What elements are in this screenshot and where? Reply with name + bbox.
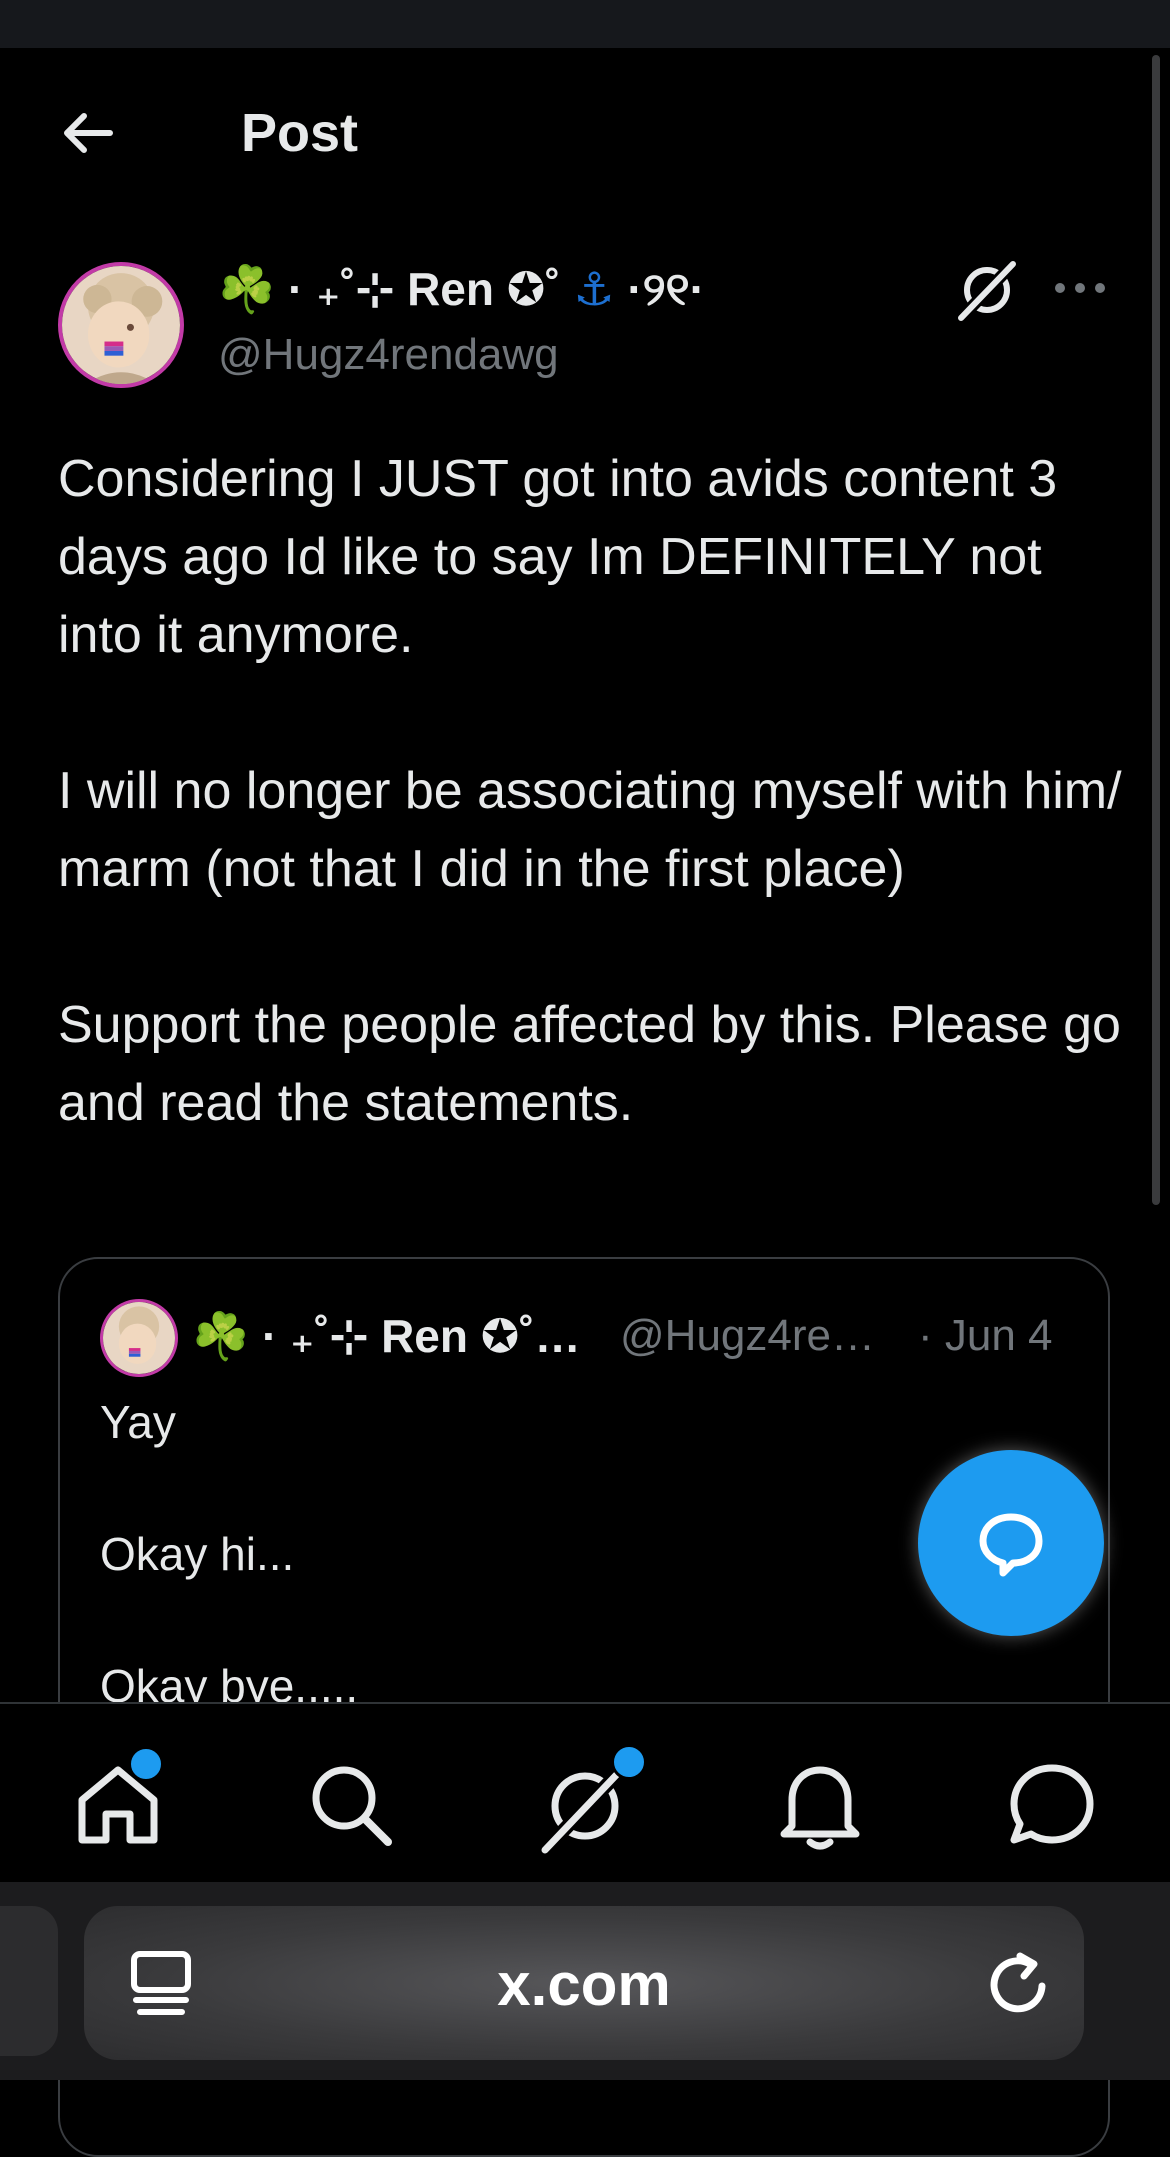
- browser-toolbar: x.com: [0, 1882, 1170, 2080]
- post-body: Considering I JUST got into avids conten…: [58, 450, 1122, 1132]
- nav-home[interactable]: [68, 1746, 168, 1854]
- post-header: Post: [0, 88, 1170, 178]
- notification-dot: [128, 1746, 164, 1782]
- grok-button[interactable]: [955, 258, 1019, 323]
- author-name-prefix: ☘️ · ₊˚⊹ Ren ✪˚: [218, 263, 574, 315]
- back-button[interactable]: [58, 108, 118, 158]
- messages-icon: [1010, 1764, 1094, 1844]
- anchor-icon: ⚓: [573, 263, 615, 315]
- quoted-post-body: Yay Okay hi... Okay bye.....: [100, 1396, 359, 1712]
- more-options-button[interactable]: [1052, 268, 1108, 308]
- author-name[interactable]: ☘️ · ₊˚⊹ Ren ✪˚ ⚓ ·୨୧·: [218, 262, 705, 318]
- nav-messages[interactable]: [1002, 1754, 1102, 1854]
- nav-grok[interactable]: [535, 1744, 647, 1855]
- quoted-avatar: [100, 1299, 178, 1377]
- author-name-suffix: ·୨୧·: [614, 263, 705, 315]
- avatar[interactable]: [58, 262, 184, 388]
- url-bar[interactable]: x.com: [84, 1906, 1084, 2060]
- reply-fab-button[interactable]: [918, 1450, 1104, 1636]
- status-strip: [0, 0, 1170, 48]
- notification-dot: [611, 1744, 647, 1780]
- arrow-left-icon: [64, 113, 113, 153]
- bell-icon: [780, 1766, 860, 1850]
- search-icon: [312, 1766, 392, 1846]
- scrollbar[interactable]: [1152, 55, 1160, 1205]
- reload-icon[interactable]: [982, 1948, 1054, 2020]
- quoted-author-name: ☘️ · ₊˚⊹ Ren ✪˚…: [192, 1310, 581, 1362]
- quoted-author-handle: @Hugz4re…: [620, 1311, 875, 1360]
- previous-tab[interactable]: [0, 1906, 58, 2056]
- nav-search[interactable]: [300, 1754, 400, 1854]
- page-title: Post: [241, 103, 359, 163]
- reply-bubble-icon: [979, 1513, 1043, 1577]
- bottom-nav: [0, 1702, 1170, 1882]
- grok-icon: [956, 259, 1018, 323]
- url-text: x.com: [497, 1951, 671, 2018]
- quoted-post-date: · Jun 4: [918, 1311, 1053, 1360]
- nav-notifications[interactable]: [770, 1754, 870, 1854]
- more-dots-icon: [1055, 283, 1105, 293]
- author-handle[interactable]: @Hugz4rendawg: [218, 330, 559, 380]
